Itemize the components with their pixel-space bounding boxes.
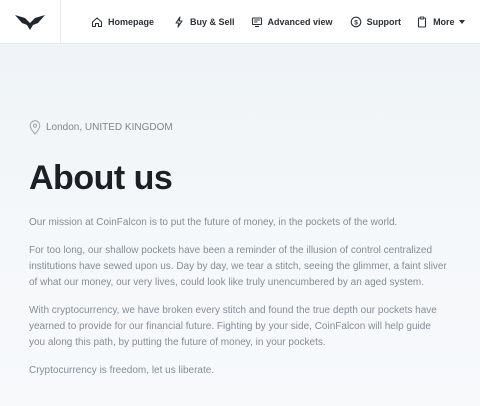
location: London, UNITED KINGDOM xyxy=(29,120,449,135)
logo-link[interactable] xyxy=(0,0,61,44)
top-navigation-bar: Homepage Buy & Sell Advanced view $ Supp… xyxy=(0,0,480,44)
nav-advanced-view-label: Advanced view xyxy=(267,16,333,27)
clipboard-icon xyxy=(416,16,428,28)
nav-support-label: Support xyxy=(366,16,402,27)
nav-more-dropdown[interactable]: More xyxy=(416,0,465,44)
lightning-icon xyxy=(173,15,185,28)
nav-buy-sell[interactable]: Buy & Sell xyxy=(173,0,235,44)
home-icon xyxy=(91,16,103,28)
map-pin-icon xyxy=(29,120,41,135)
page-title: About us xyxy=(29,159,173,197)
nav-homepage[interactable]: Homepage xyxy=(91,0,154,44)
nav-more-label: More xyxy=(433,16,455,27)
monitor-icon xyxy=(251,16,263,28)
nav-support[interactable]: $ Support xyxy=(350,0,402,44)
falcon-logo-icon xyxy=(15,14,45,30)
paragraph-cryptocurrency: With cryptocurrency, we have broken ever… xyxy=(29,305,437,348)
caret-down-icon xyxy=(458,19,465,24)
dollar-circle-icon: $ xyxy=(350,16,362,28)
svg-text:$: $ xyxy=(354,19,358,26)
paragraph-freedom: Cryptocurrency is freedom, let us libera… xyxy=(29,365,215,376)
main-nav: Homepage Buy & Sell Advanced view $ Supp… xyxy=(61,0,465,44)
paragraph-mission: Our mission at CoinFalcon is to put the … xyxy=(29,217,398,228)
nav-homepage-label: Homepage xyxy=(108,16,155,27)
paragraph-history: For too long, our shallow pockets have b… xyxy=(29,245,447,288)
nav-buy-sell-label: Buy & Sell xyxy=(190,16,235,27)
location-text: London, UNITED KINGDOM xyxy=(46,122,173,133)
nav-advanced-view[interactable]: Advanced view xyxy=(251,0,333,44)
about-content: London, UNITED KINGDOM About us Our miss… xyxy=(29,120,449,379)
